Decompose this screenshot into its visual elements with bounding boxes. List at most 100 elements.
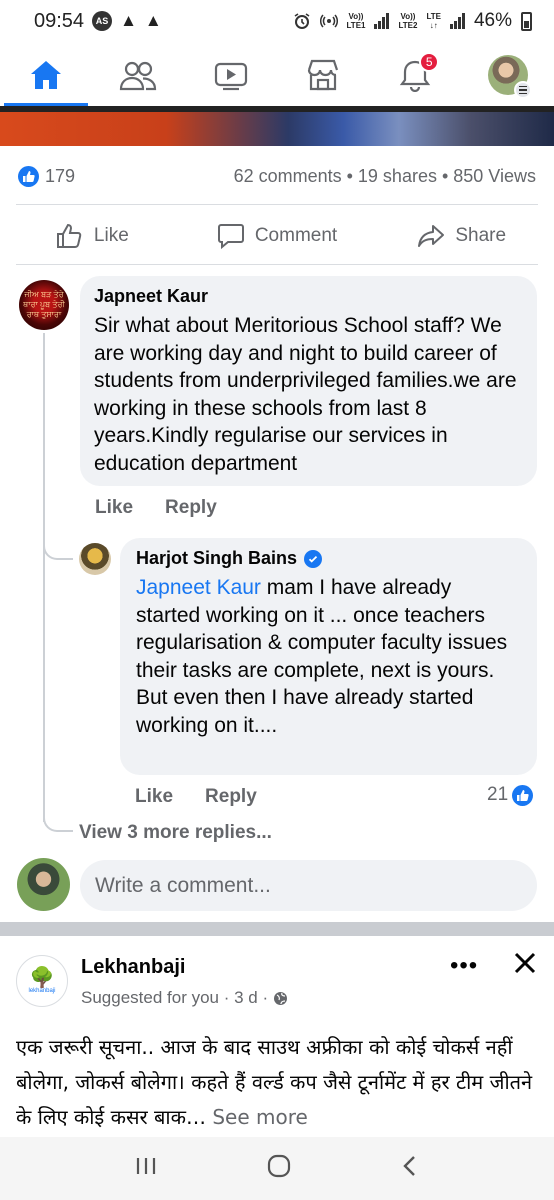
post-text: एक जरूरी सूचना.. आज के बाद साउथ अफ्रीका … [16, 1030, 540, 1135]
thread-branch [43, 530, 73, 560]
top-nav: 5 [0, 44, 554, 106]
reply-avatar[interactable] [79, 543, 111, 575]
share-button[interactable]: Share [369, 212, 554, 260]
divider [16, 264, 538, 265]
nav-video[interactable] [185, 44, 277, 106]
reply-actions: Like Reply [135, 786, 257, 808]
like-reaction-icon [512, 784, 534, 806]
logo-text: lekhanbaji [28, 988, 56, 994]
sim1-network: Vo)) LTE1 [347, 12, 366, 30]
marketplace-icon [307, 59, 339, 91]
friends-icon [120, 61, 157, 91]
close-icon [514, 952, 536, 974]
reply-like-button[interactable]: Like [135, 786, 173, 808]
reply-mention[interactable]: Japneet Kaur [136, 576, 261, 599]
sim2-top: Vo)) [400, 12, 416, 21]
android-nav-bar [0, 1137, 554, 1200]
comment-label: Comment [254, 225, 338, 246]
status-time: 09:54 [34, 9, 85, 32]
reply-reactions[interactable]: 21 [487, 784, 539, 806]
reply-reply-button[interactable]: Reply [205, 786, 257, 808]
battery-icon [521, 11, 532, 31]
reply-text: mam I have already started working on it… [136, 576, 508, 737]
lte-indicator: LTE ↓↑ [426, 12, 441, 30]
thumbs-up-icon [56, 223, 82, 248]
page-name[interactable]: Lekhanbaji [81, 956, 185, 979]
thread-branch [43, 806, 73, 832]
nav-notifications[interactable]: 5 [369, 44, 461, 106]
comment-bubble[interactable]: Japneet Kaur Sir what about Meritorious … [80, 276, 537, 486]
reply-reaction-count: 21 [487, 784, 509, 805]
reply-author[interactable]: Harjot Singh Bains [136, 548, 297, 569]
recents-icon [136, 1158, 156, 1174]
post-actions: Like Comment Share [0, 212, 554, 260]
recents-button[interactable] [134, 1156, 158, 1181]
thread-line [43, 333, 45, 560]
like-count[interactable]: 179 [45, 166, 75, 187]
reply-author-row: Harjot Singh Bains [136, 548, 521, 569]
my-avatar [17, 858, 70, 911]
home-circle-icon [267, 1154, 291, 1178]
sim2-bottom: LTE2 [398, 21, 418, 30]
notification-badge: 5 [419, 52, 440, 72]
battery-percent: 46% [473, 10, 512, 31]
thread-line [43, 560, 45, 822]
warning-icon: ▲ [120, 11, 137, 30]
like-label: Like [93, 225, 129, 246]
home-button[interactable] [266, 1153, 292, 1184]
comment-button[interactable]: Comment [185, 212, 370, 260]
sim1-top: Vo)) [348, 12, 364, 21]
status-right: Vo)) LTE1 Vo)) LTE2 LTE ↓↑ 46% [293, 10, 532, 32]
warning-icon: ▲ [144, 11, 162, 30]
view-more-replies[interactable]: View 3 more replies... [79, 822, 272, 844]
feed-separator [0, 922, 554, 936]
back-button[interactable] [400, 1154, 420, 1183]
comment-actions: Like Reply [95, 497, 217, 519]
like-button[interactable]: Like [0, 212, 185, 260]
hotspot-icon [319, 14, 338, 28]
nav-friends[interactable] [92, 44, 184, 106]
nav-home[interactable] [0, 44, 92, 106]
menu-icon [513, 81, 532, 99]
suggested-label: Suggested for you · 3 d · [81, 988, 269, 1007]
sim2-network: Vo)) LTE2 [398, 12, 417, 30]
like-reaction-icon [18, 165, 39, 187]
close-button[interactable] [512, 950, 538, 981]
comment-icon [217, 224, 244, 249]
as-badge-icon: AS [92, 11, 113, 31]
verified-badge-icon [304, 549, 323, 568]
commenter-avatar[interactable]: ਜੀਅ ਬੜ ਤੇਰੇ ਥਾਰਾ ਪੂਬ ਤੇਰੀ ਰਾਥ ਤੁਸਾਰਾ [19, 280, 69, 330]
back-icon [403, 1156, 415, 1176]
comment-reply-button[interactable]: Reply [165, 497, 217, 519]
signal-bars-icon [374, 13, 390, 29]
alarm-icon [294, 13, 309, 29]
reply-bubble[interactable]: Harjot Singh Bains Japneet Kaur mam I ha… [120, 538, 537, 775]
nav-menu[interactable] [461, 44, 553, 106]
home-icon [31, 61, 62, 89]
post-subtitle: Suggested for you · 3 d · [81, 988, 288, 1008]
comment-author[interactable]: Japneet Kaur [94, 286, 523, 307]
post-stats[interactable]: 62 comments • 19 shares • 850 Views [234, 166, 536, 187]
see-more-link[interactable]: See more [212, 1105, 307, 1129]
reply-text-block: Japneet Kaur mam I have already started … [136, 574, 521, 740]
more-options-button[interactable]: ••• [450, 952, 478, 980]
signal-bars-icon [449, 13, 465, 29]
status-bar: 09:54 AS ▲ ▲ Vo)) LTE1 Vo)) LTE2 LTE ↓↑ 46% [0, 0, 554, 42]
share-icon [418, 225, 445, 247]
share-label: Share [455, 225, 507, 246]
profile-avatar [487, 55, 532, 99]
comment-like-button[interactable]: Like [95, 497, 133, 519]
divider [16, 204, 538, 205]
reactions-row: 179 62 comments • 19 shares • 850 Views [0, 160, 554, 192]
nav-marketplace[interactable] [277, 44, 369, 106]
comment-text: Sir what about Meritorious School staff?… [94, 314, 517, 475]
sim1-bottom: LTE1 [346, 21, 366, 30]
avatar-text: ਜੀਅ ਬੜ ਤੇਰੇ ਥਾਰਾ ਪੂਬ ਤੇਰੀ ਰਾਥ ਤੁਸਾਰਾ [23, 290, 65, 319]
lte-label: LTE [426, 12, 441, 21]
globe-icon [274, 991, 288, 1005]
page-logo[interactable]: 🌳 lekhanbaji [16, 955, 68, 1007]
status-left: 09:54 AS ▲ ▲ [34, 10, 162, 33]
write-comment-input[interactable]: Write a comment... [80, 860, 537, 911]
tree-icon: 🌳 [29, 967, 55, 989]
post-media[interactable] [0, 106, 554, 146]
